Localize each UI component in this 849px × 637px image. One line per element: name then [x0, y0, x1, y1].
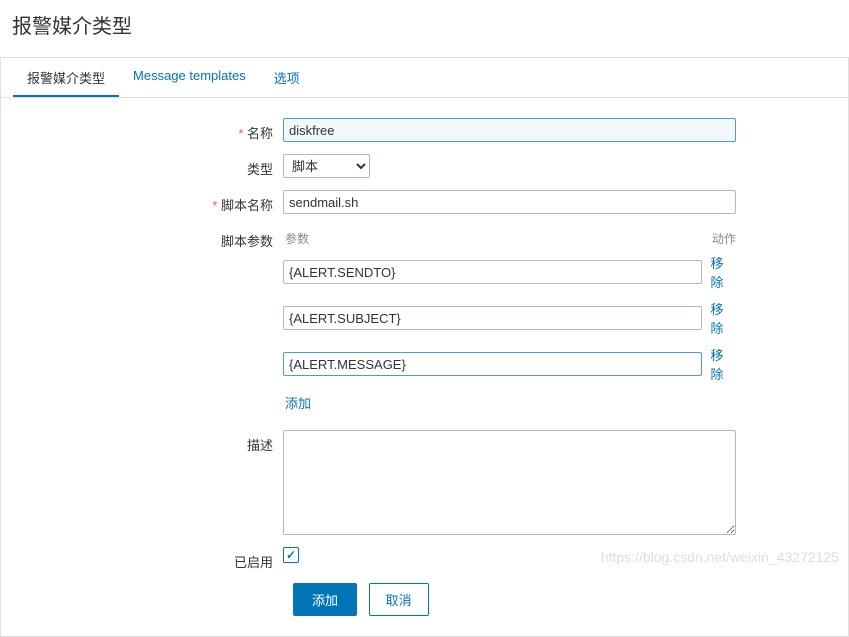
tab-media-type[interactable]: 报警媒介类型: [13, 58, 119, 97]
remove-link[interactable]: 移除: [710, 253, 736, 291]
label-script-name: 脚本名称: [13, 190, 283, 214]
param-input-0[interactable]: [283, 260, 702, 284]
cancel-button[interactable]: 取消: [369, 583, 429, 616]
form-body: 名称 类型 脚本 脚本名称 脚本参数 参数: [1, 98, 848, 636]
param-input-2[interactable]: [283, 352, 702, 376]
param-row: 移除: [283, 253, 736, 291]
param-row: 移除: [283, 345, 736, 383]
tab-options[interactable]: 选项: [260, 58, 314, 97]
params-header-action: 动作: [712, 230, 736, 247]
button-row: 添加 取消: [293, 583, 836, 616]
type-select[interactable]: 脚本: [283, 154, 370, 178]
param-input-1[interactable]: [283, 306, 702, 330]
label-description: 描述: [13, 430, 283, 454]
label-type: 类型: [13, 154, 283, 178]
script-name-input[interactable]: [283, 190, 736, 214]
params-table: 参数 动作 移除 移除 移除 添加: [283, 226, 736, 412]
form-panel: 报警媒介类型 Message templates 选项 名称 类型 脚本 脚本名…: [0, 57, 849, 637]
tabs: 报警媒介类型 Message templates 选项: [1, 58, 848, 98]
label-script-params: 脚本参数: [13, 226, 283, 250]
name-input[interactable]: [283, 118, 736, 142]
remove-link[interactable]: 移除: [710, 299, 736, 337]
label-name: 名称: [13, 118, 283, 142]
submit-button[interactable]: 添加: [293, 583, 357, 616]
enabled-checkbox[interactable]: [283, 547, 299, 563]
param-row: 移除: [283, 299, 736, 337]
description-textarea[interactable]: [283, 430, 736, 535]
add-param-link[interactable]: 添加: [283, 393, 311, 412]
remove-link[interactable]: 移除: [710, 345, 736, 383]
page-title: 报警媒介类型: [0, 0, 849, 57]
tab-message-templates[interactable]: Message templates: [119, 58, 260, 97]
params-header-param: 参数: [285, 230, 309, 247]
label-enabled: 已启用: [13, 547, 283, 571]
